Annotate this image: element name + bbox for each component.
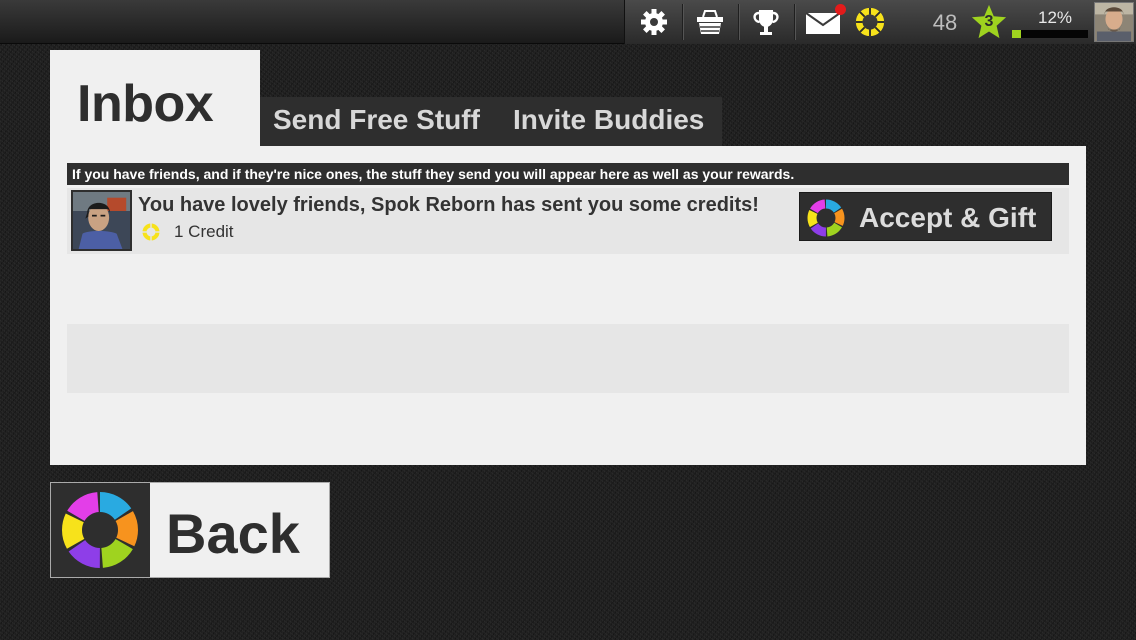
gear-icon[interactable] <box>637 6 671 38</box>
credit-ring-icon[interactable] <box>853 6 887 38</box>
level-number: 3 <box>984 13 994 30</box>
inbox-panel: If you have friends, and if they're nice… <box>50 146 1086 465</box>
trophy-icon[interactable] <box>749 6 783 38</box>
back-button[interactable]: Back <box>50 482 330 578</box>
notification-dot <box>835 4 846 15</box>
tab-send-free-stuff[interactable]: Send Free Stuff <box>273 104 480 136</box>
credit-icon <box>141 222 161 242</box>
credits-count: 48 <box>932 10 958 35</box>
message-row: You have lovely friends, Spok Reborn has… <box>67 188 1069 254</box>
reward-text: 1 Credit <box>174 222 234 241</box>
inbox-info-text: If you have friends, and if they're nice… <box>67 163 1069 185</box>
empty-message-slot <box>67 324 1069 393</box>
message-text: You have lovely friends, Spok Reborn has… <box>138 194 759 216</box>
basket-icon[interactable] <box>693 6 727 38</box>
xp-progress-fill <box>1012 30 1022 38</box>
xp-progress-bar <box>1012 30 1088 38</box>
mail-icon[interactable] <box>803 4 846 38</box>
xp-percent: 12% <box>1037 8 1073 27</box>
back-label: Back <box>166 502 300 565</box>
sender-avatar <box>71 190 132 251</box>
tab-inbox-label: Inbox <box>77 75 214 133</box>
accept-gift-label: Accept & Gift <box>859 202 1037 233</box>
color-ring-icon <box>807 199 845 237</box>
accept-gift-button[interactable]: Accept & Gift <box>799 192 1052 241</box>
divider <box>738 4 739 40</box>
tab-strip: Send Free Stuff Invite Buddies <box>260 97 722 146</box>
back-icon-box <box>51 483 150 577</box>
tab-invite-buddies[interactable]: Invite Buddies <box>513 104 704 136</box>
divider <box>794 4 795 40</box>
color-ring-icon <box>62 492 138 568</box>
divider <box>682 4 683 40</box>
user-avatar[interactable] <box>1094 2 1134 42</box>
tab-inbox[interactable]: Inbox <box>50 50 260 150</box>
top-bar: 48 3 12% <box>0 0 1136 44</box>
